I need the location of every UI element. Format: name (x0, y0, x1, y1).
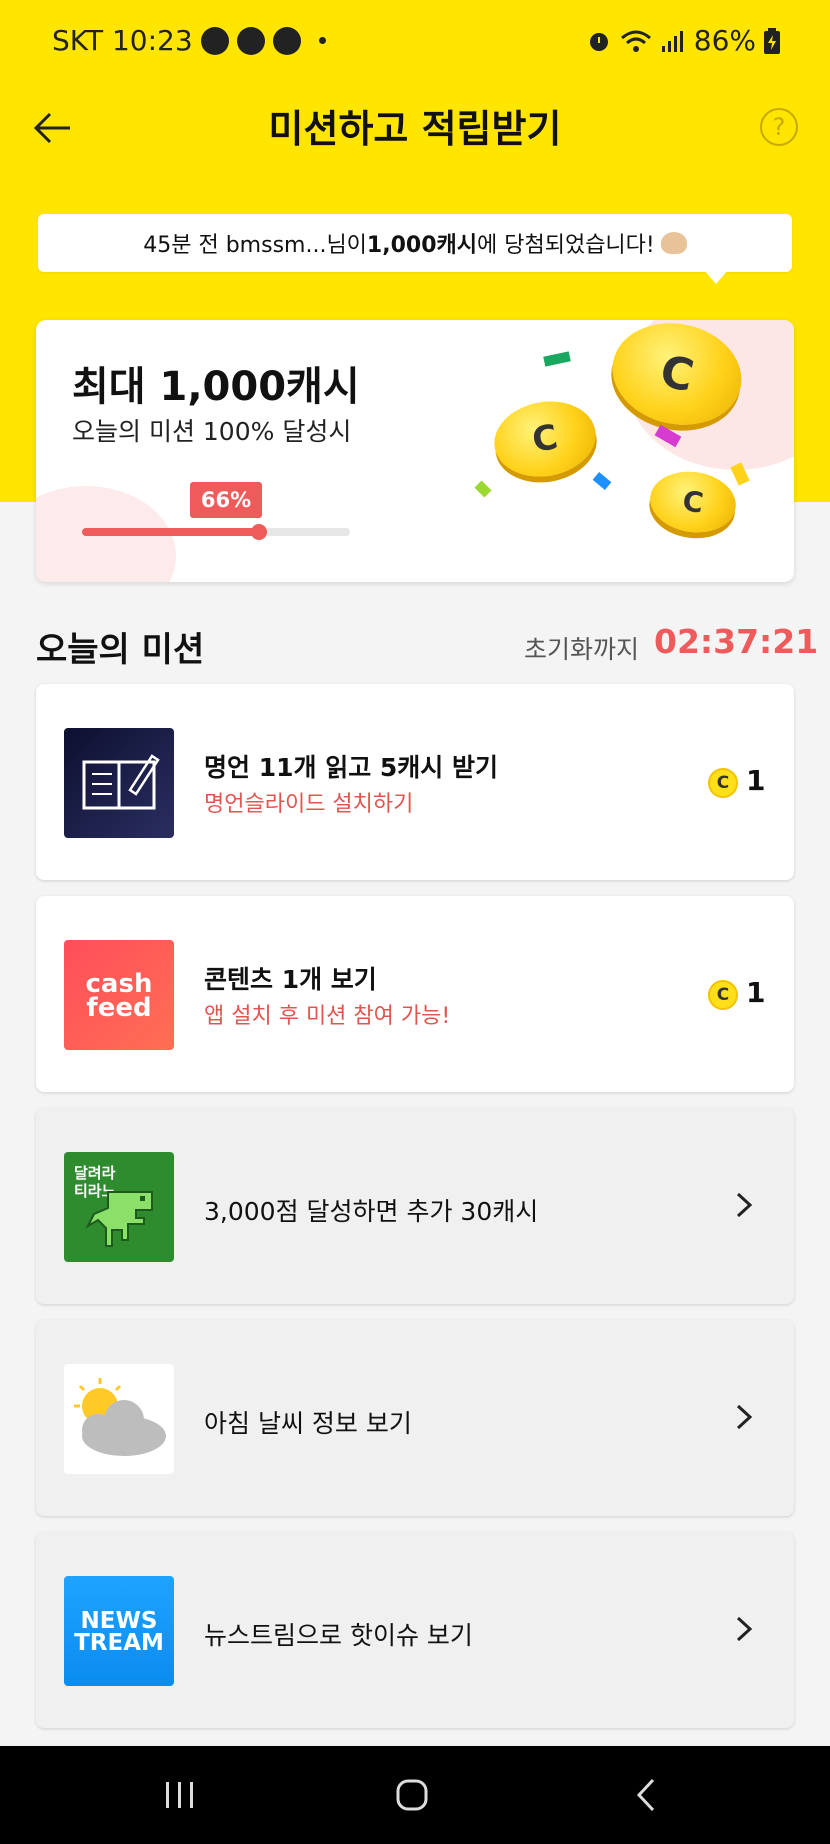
cashfeed-logo-text: feed (86, 993, 152, 1023)
page-title: 미션하고 적립받기 (268, 107, 562, 151)
winner-notice: 45분 전 bmssm...님이 1,000캐시 에 당첨되었습니다! (38, 214, 792, 272)
progress-bar (82, 524, 350, 540)
bike-icon (272, 26, 301, 55)
mission-title: 콘텐츠 1개 보기 (204, 965, 377, 994)
cash-coin-icon: C (708, 980, 738, 1010)
chevron-right-icon (736, 1404, 753, 1430)
battery-percent: 86% (693, 24, 756, 57)
mission-subtitle: 명언슬라이드 설치하기 (204, 792, 414, 817)
mission-card[interactable]: 달려라 티라노 3,000점 달성하면 추가 30캐시 (36, 1108, 794, 1304)
status-bar: SKT 10:23 86% (0, 0, 830, 84)
progress-knob (250, 524, 267, 540)
confetti (474, 480, 492, 498)
notice-highlight: 1,000캐시 (366, 233, 477, 258)
progress-fill (82, 528, 259, 536)
cashfeed-logo: cash feed (64, 940, 174, 1050)
reset-label: 초기화까지 (524, 635, 640, 664)
system-back-button[interactable] (586, 1746, 706, 1844)
dinosaur-game-icon: 달려라 티라노 (64, 1152, 174, 1262)
help-icon[interactable]: ? (760, 108, 798, 146)
newstream-logo-text: NEWS (80, 1608, 158, 1634)
alarm-icon (589, 32, 608, 51)
reset-timer: 02:37:21 (654, 622, 819, 661)
notice-tail (704, 270, 728, 284)
newstream-logo: NEWS TREAM (64, 1576, 174, 1686)
system-back-icon (636, 1778, 655, 1812)
chevron-right-icon (736, 1616, 753, 1642)
mission-subtitle: 앱 설치 후 미션 참여 가능! (204, 1004, 451, 1029)
battery-icon (764, 27, 780, 54)
carrier-time: SKT 10:23 (52, 24, 193, 57)
mission-reward: 1 (746, 976, 766, 1009)
radiation-icon (236, 26, 265, 55)
notice-suffix: 에 당첨되었습니다! (477, 233, 655, 258)
home-icon (396, 1779, 428, 1811)
mission-card[interactable]: cash feed 콘텐츠 1개 보기 앱 설치 후 미션 참여 가능! C 1 (36, 896, 794, 1092)
confetti (592, 472, 612, 490)
mission-card[interactable]: 명언 11개 읽고 5캐시 받기 명언슬라이드 설치하기 C 1 (36, 684, 794, 880)
reward-title: 최대 1,000캐시 (72, 364, 360, 410)
recent-apps-icon (166, 1782, 193, 1808)
talk-icon (200, 26, 229, 55)
wifi-icon (620, 30, 651, 52)
mission-card[interactable]: NEWS TREAM 뉴스트림으로 핫이슈 보기 (36, 1532, 794, 1728)
mission-text: 뉴스트림으로 핫이슈 보기 (204, 1621, 473, 1650)
mission-text: 3,000점 달성하면 추가 30캐시 (204, 1197, 539, 1226)
newstream-logo-text: TREAM (74, 1630, 164, 1656)
notice-prefix: 45분 전 bmssm...님이 (143, 233, 367, 258)
coin-icon (646, 466, 740, 538)
section-title: 오늘의 미션 (36, 630, 205, 670)
progress-badge: 66% (190, 482, 262, 518)
reward-card: 최대 1,000캐시 오늘의 미션 100% 달성시 66% (36, 320, 794, 582)
recent-apps-button[interactable] (120, 1746, 240, 1844)
chevron-right-icon (736, 1192, 753, 1218)
mission-text: 아침 날씨 정보 보기 (204, 1409, 412, 1438)
cash-coin-icon: C (708, 768, 738, 798)
mission-card[interactable]: 아침 날씨 정보 보기 (36, 1320, 794, 1516)
navigation-bar (0, 1746, 830, 1844)
signal-icon (661, 30, 683, 52)
reward-subtitle: 오늘의 미션 100% 달성시 (72, 417, 352, 446)
confetti (543, 351, 571, 367)
clap-icon (660, 232, 687, 254)
coin-icon (488, 393, 602, 485)
weather-icon (64, 1364, 174, 1474)
mission-reward: 1 (746, 764, 766, 797)
mission-title: 명언 11개 읽고 5캐시 받기 (204, 753, 499, 782)
more-dot-icon (318, 37, 326, 44)
status-left: SKT 10:23 (52, 24, 326, 57)
book-pen-icon (64, 728, 174, 838)
home-button[interactable] (352, 1746, 472, 1844)
status-right: 86% (586, 24, 780, 57)
